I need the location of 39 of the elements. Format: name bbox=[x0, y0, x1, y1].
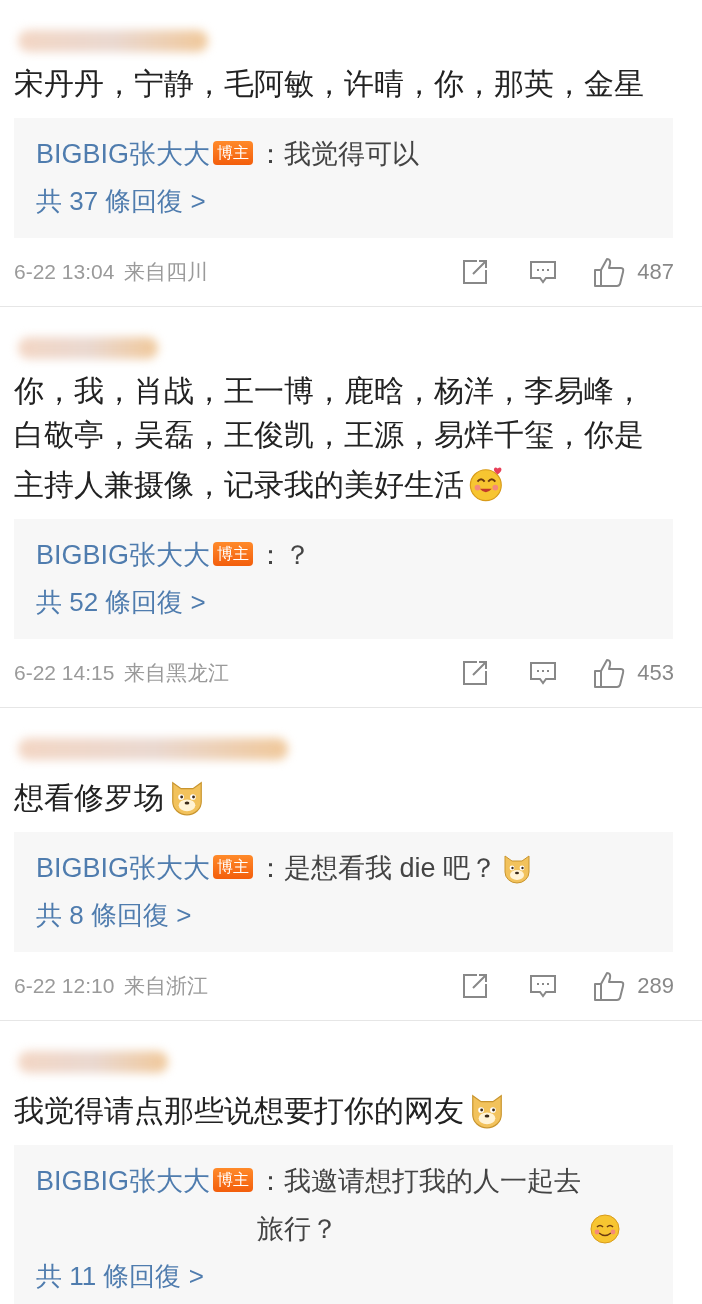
reply-count-link[interactable]: 共 52 條回復 > bbox=[36, 579, 651, 625]
comment-time: 6-22 14:15 bbox=[14, 661, 115, 685]
comment-location: 来自四川 bbox=[124, 259, 209, 285]
comment-icon[interactable] bbox=[529, 258, 558, 286]
thumbs-up-icon[interactable] bbox=[593, 657, 626, 689]
comment-text: 我觉得请点那些说想要打你的网友 bbox=[14, 1083, 702, 1133]
share-icon[interactable] bbox=[461, 659, 490, 687]
reply-text: ：是想看我 die 吧？ bbox=[257, 852, 498, 885]
comment-location: 来自黑龙江 bbox=[124, 660, 230, 686]
reply-count-link[interactable]: 共 11 條回復 > bbox=[36, 1253, 651, 1299]
comment-time: 6-22 13:04 bbox=[14, 260, 115, 284]
badge: 博主 bbox=[213, 1168, 254, 1192]
author-link[interactable]: BIGBIG张大大 bbox=[36, 844, 211, 892]
reply-count-link[interactable]: 共 8 條回復 > bbox=[36, 892, 651, 938]
comment-location: 来自浙江 bbox=[124, 973, 209, 999]
comment-text: 想看修罗场 bbox=[14, 770, 702, 820]
share-icon[interactable] bbox=[461, 258, 490, 286]
reply-text: ：我邀请想打我的人一起去旅行？ bbox=[257, 1165, 583, 1246]
author-link[interactable]: BIGBIG张大大 bbox=[36, 1157, 211, 1205]
comment-time: 6-22 12:10 bbox=[14, 974, 115, 998]
reply-text: ：？ bbox=[257, 539, 312, 572]
badge: 博主 bbox=[213, 141, 254, 165]
badge: 博主 bbox=[213, 542, 254, 566]
like-count: 487 bbox=[637, 259, 674, 285]
comment-text: 宋丹丹，宁静，毛阿敏，许晴，你，那英，金星 bbox=[14, 66, 645, 102]
author-link[interactable]: BIGBIG张大大 bbox=[36, 531, 211, 579]
reply-text: ：我觉得可以 bbox=[257, 138, 420, 171]
thumbs-up-icon[interactable] bbox=[593, 256, 626, 288]
comment-icon[interactable] bbox=[529, 972, 558, 1000]
share-icon[interactable] bbox=[461, 972, 490, 1000]
reply-count-link[interactable]: 共 37 條回復 > bbox=[36, 178, 651, 224]
author-link[interactable]: BIGBIG张大大 bbox=[36, 130, 211, 178]
thumbs-up-icon[interactable] bbox=[593, 970, 626, 1002]
badge: 博主 bbox=[213, 855, 254, 879]
comment-icon[interactable] bbox=[529, 659, 558, 687]
comment-text: 你，我，肖战，王一博，鹿晗，杨洋，李易峰，白敬亭，吴磊，王俊凯，王源，易烊千玺，你是主持人兼摄像，记录我的美好生活 bbox=[14, 373, 645, 505]
like-count: 453 bbox=[637, 660, 674, 686]
like-count: 289 bbox=[637, 973, 674, 999]
smiley-emoji-icon bbox=[589, 1213, 621, 1245]
